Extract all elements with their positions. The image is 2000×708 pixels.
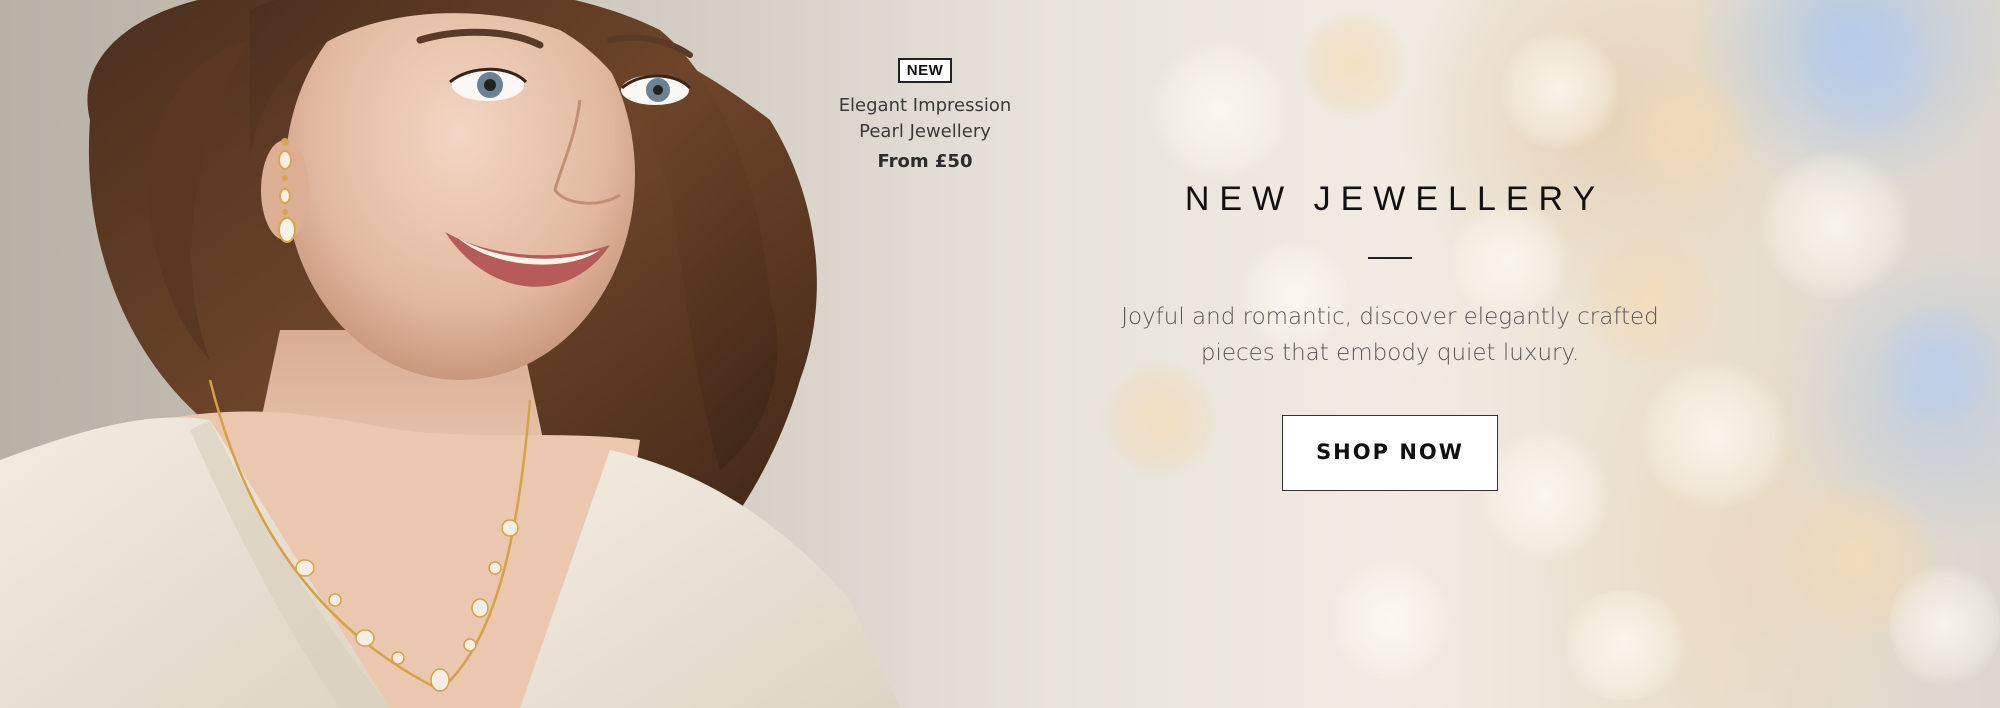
product-tag[interactable]: NEW Elegant Impression Pearl Jewellery F… — [810, 58, 1040, 172]
hero-banner[interactable]: NEW Elegant Impression Pearl Jewellery F… — [0, 0, 2000, 708]
shop-now-button[interactable]: SHOP NOW — [1282, 415, 1498, 491]
product-name-line2: Pearl Jewellery — [859, 121, 991, 142]
product-name-line1: Elegant Impression — [838, 95, 1012, 116]
hero-subtext: Joyful and romantic, discover elegantly … — [1090, 299, 1690, 371]
new-badge: NEW — [897, 58, 953, 83]
hero-headline: NEW JEWELLERY — [1184, 180, 1606, 218]
model-photo — [0, 0, 900, 708]
hero-subtext-line1: Joyful and romantic, discover elegantly … — [1121, 304, 1659, 330]
product-price: From £50 — [877, 151, 973, 172]
headline-divider — [1368, 257, 1412, 259]
hero-subtext-line2: pieces that embody quiet luxury. — [1200, 340, 1580, 366]
hero-copy: NEW JEWELLERY Joyful and romantic, disco… — [1090, 180, 1690, 491]
